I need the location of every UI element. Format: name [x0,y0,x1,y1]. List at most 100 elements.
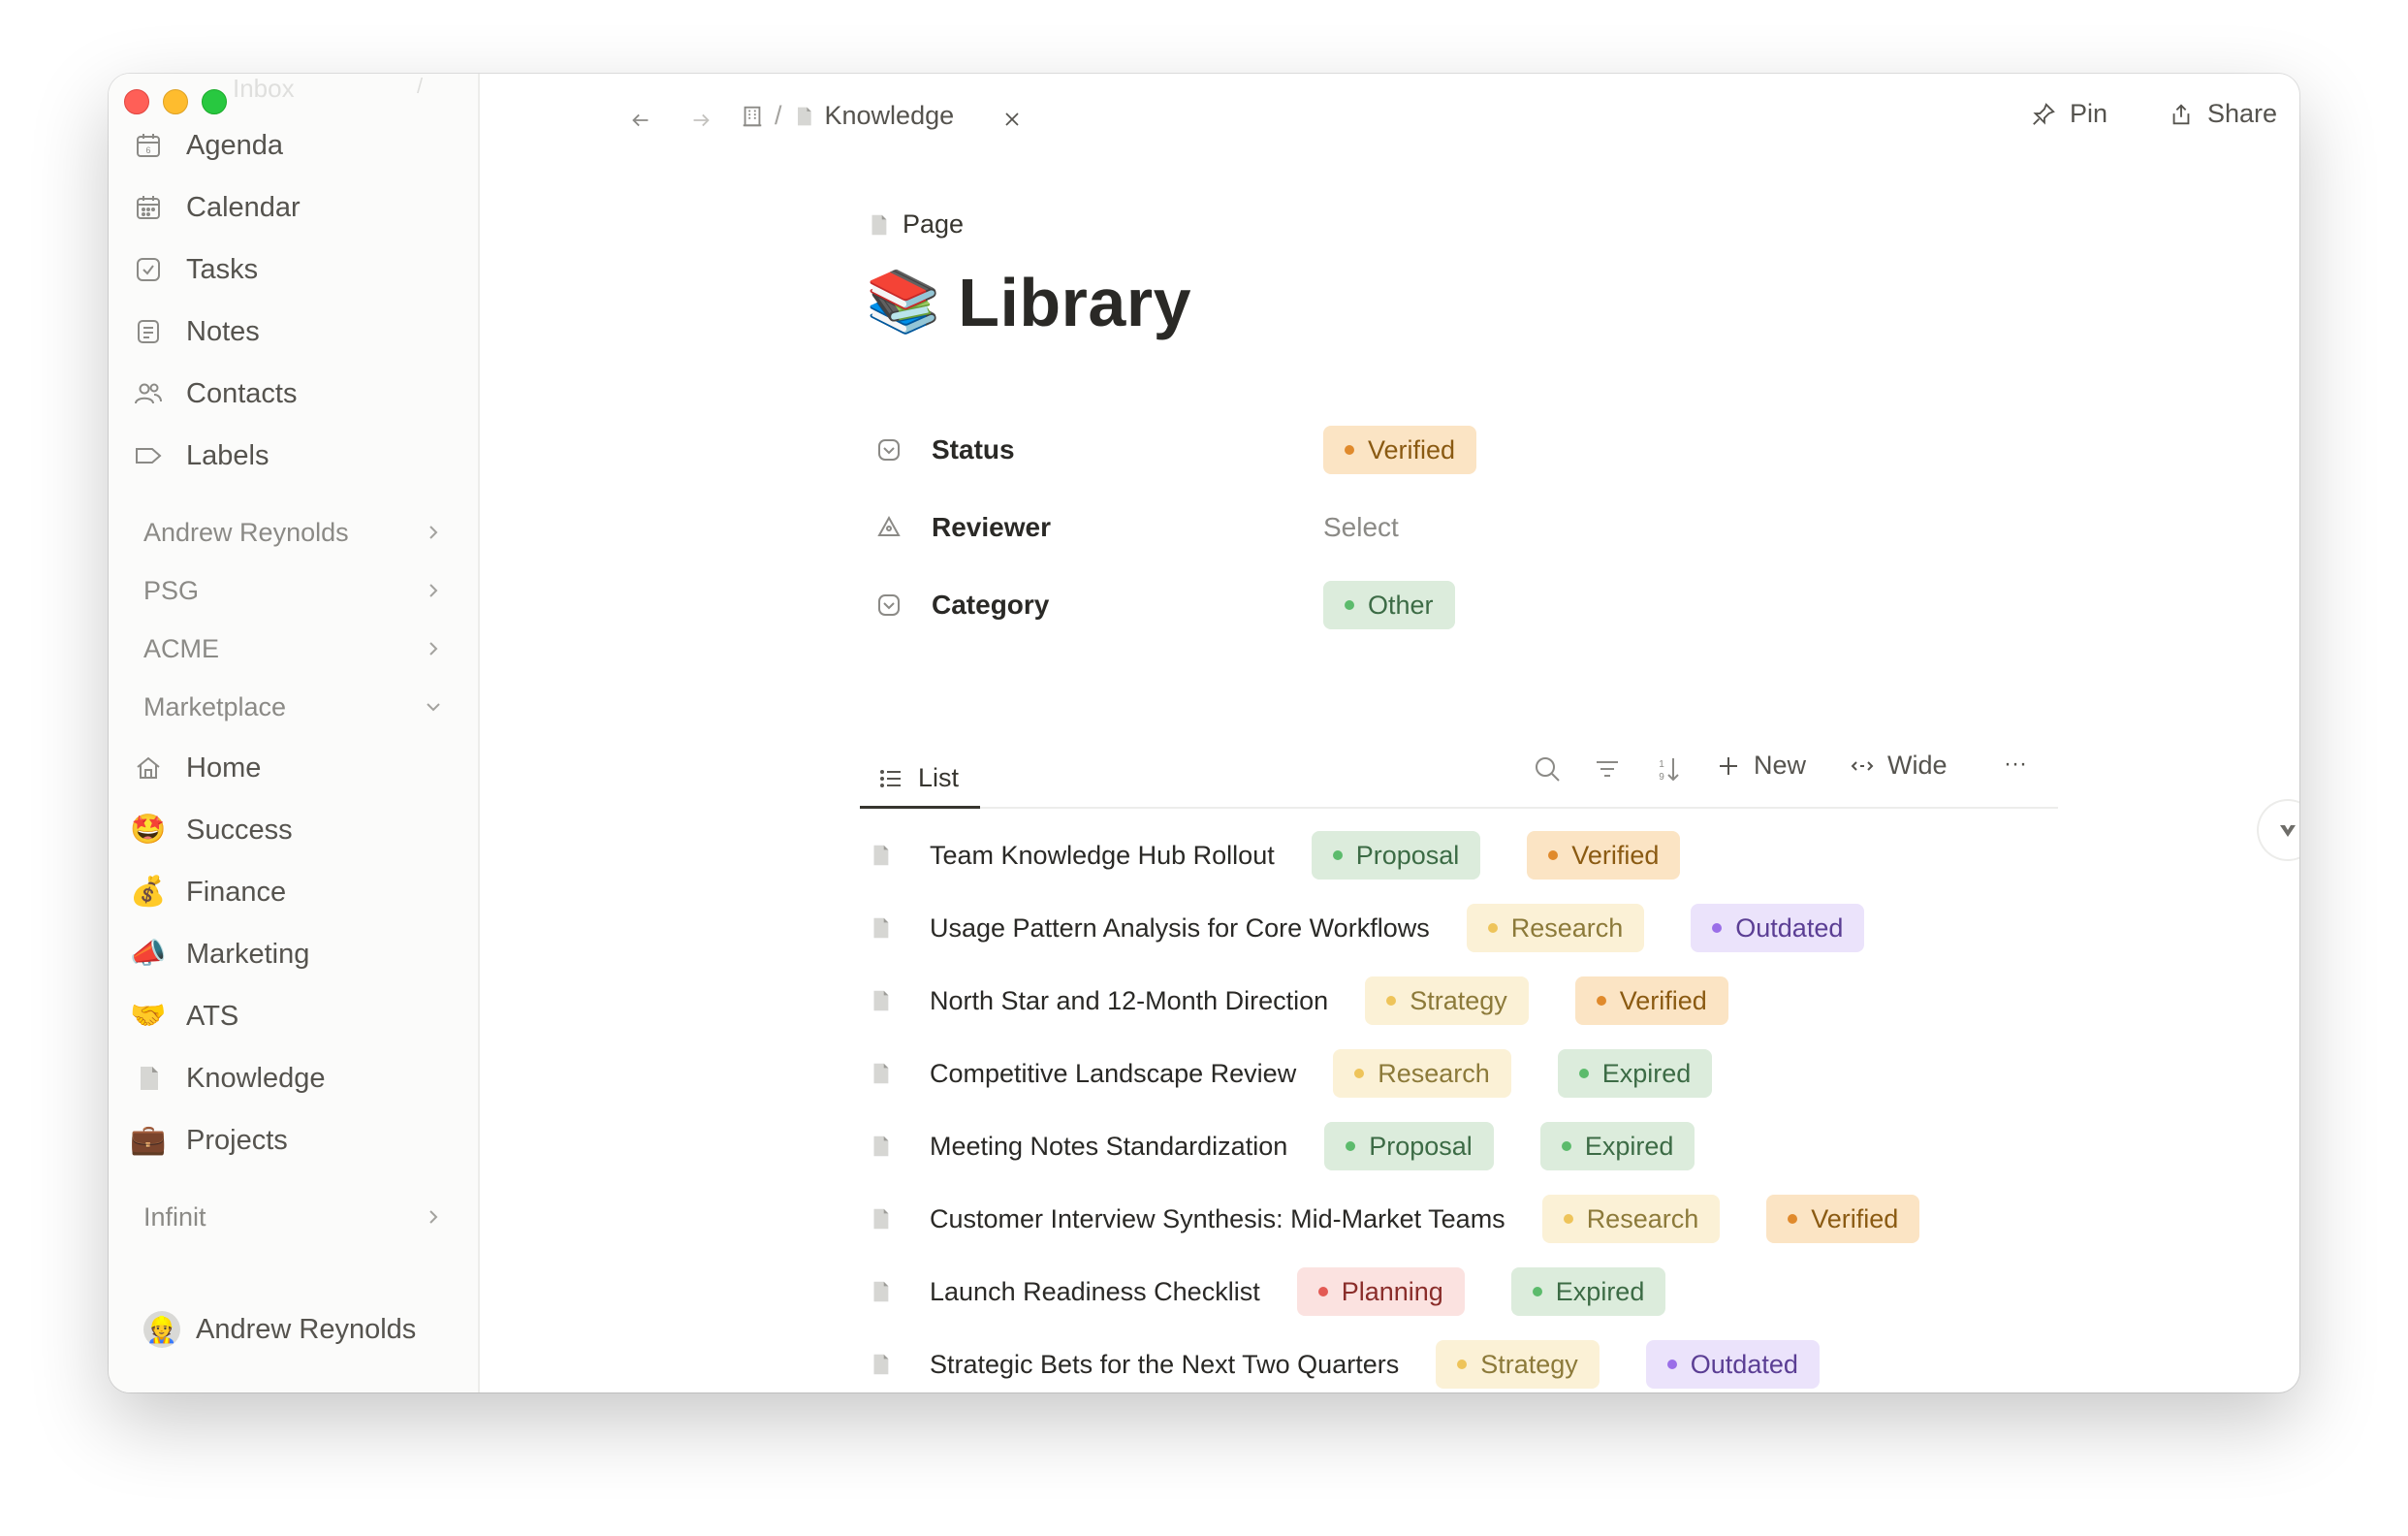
forward-button[interactable] [683,103,718,138]
list-item-title[interactable]: North Star and 12-Month Direction [930,986,1328,1016]
list-item-title[interactable]: Meeting Notes Standardization [930,1132,1287,1162]
list-item-title[interactable]: Customer Interview Synthesis: Mid-Market… [930,1204,1505,1234]
list-item[interactable]: Usage Pattern Analysis for Core Workflow… [866,901,1911,955]
category-badge[interactable]: Proposal [1311,831,1481,880]
status-badge[interactable]: Verified [1574,976,1728,1025]
wide-layout-button[interactable]: Wide [1851,751,1948,781]
sidebar-item-success[interactable]: 🤩 Success [130,805,292,855]
sidebar-item-calendar[interactable]: Calendar [132,182,301,233]
status-badge[interactable]: Expired [1539,1122,1695,1170]
chevron-down-icon [2280,825,2296,837]
sidebar-item-label: Labels [186,439,269,471]
list-item-title[interactable]: Competitive Landscape Review [930,1059,1296,1089]
sidebar-group-marketplace[interactable]: Marketplace [143,683,444,731]
handshake-emoji-icon: 🤝 [130,1000,167,1032]
sidebar-item-ats[interactable]: 🤝 ATS [130,991,238,1041]
sidebar-item-agenda[interactable]: 6 Agenda [132,120,283,171]
pin-icon [2033,102,2055,125]
status-badge[interactable]: Verified [1766,1195,1920,1243]
list-item[interactable]: North Star and 12-Month Direction Strate… [866,974,1775,1028]
sidebar-group-label: PSG [143,575,200,605]
new-item-button[interactable]: New [1717,751,1806,781]
sidebar-item-home[interactable]: Home [132,743,261,793]
list-item[interactable]: Strategic Bets for the Next Two Quarters… [866,1337,1866,1392]
sidebar-item-notes[interactable]: Notes [132,306,260,357]
category-badge[interactable]: Research [1541,1195,1721,1243]
list-item[interactable]: Launch Readiness Checklist Planning Expi… [866,1264,1712,1319]
category-badge[interactable]: Strategy [1436,1340,1600,1389]
star-struck-emoji-icon: 🤩 [130,814,167,846]
list-item-title[interactable]: Usage Pattern Analysis for Core Workflow… [930,913,1430,944]
sidebar-item-marketing[interactable]: 📣 Marketing [130,929,309,979]
sidebar-item-contacts[interactable]: Contacts [132,368,297,419]
category-badge[interactable]: Other [1323,581,1455,629]
building-icon[interactable] [740,104,765,129]
home-icon [132,752,165,784]
property-status[interactable]: Status Verified [875,423,1554,477]
category-badge[interactable]: Strategy [1365,976,1529,1025]
filter-button[interactable] [1591,752,1624,785]
page-icon [866,913,895,943]
share-label: Share [2207,99,2278,128]
books-emoji-icon[interactable]: 📚 [866,272,940,333]
sidebar-group-psg[interactable]: PSG [143,566,444,615]
list-item[interactable]: Meeting Notes Standardization Proposal E… [866,1119,1741,1173]
list-more-options-button[interactable]: ··· [2004,751,2027,778]
list-item-title[interactable]: Launch Readiness Checklist [930,1277,1260,1307]
tab-list[interactable]: List [860,751,980,809]
sidebar-group-andrew-reynolds[interactable]: Andrew Reynolds [143,508,444,557]
sidebar-item-tasks[interactable]: Tasks [132,244,258,295]
list-item-title[interactable]: Team Knowledge Hub Rollout [930,841,1275,871]
avatar: 👷 [143,1311,180,1348]
close-icon [1005,112,1019,126]
app-window: Inbox / 6 Agenda Calendar Tasks Notes Co… [109,74,2299,1392]
side-panel-toggle[interactable] [2259,801,2299,859]
status-badge[interactable]: Expired [1510,1267,1666,1316]
back-button[interactable] [623,103,658,138]
reviewer-select-placeholder[interactable]: Select [1323,512,1399,543]
list-item[interactable]: Customer Interview Synthesis: Mid-Market… [866,1192,1966,1246]
search-button[interactable] [1531,752,1564,785]
status-badge[interactable]: Expired [1557,1049,1713,1098]
filter-icon [1597,761,1618,777]
sidebar-group-acme[interactable]: ACME [143,624,444,673]
property-category[interactable]: Category Other [875,578,1554,632]
sidebar-item-labels[interactable]: Labels [132,431,269,481]
status-badge[interactable]: Outdated [1645,1340,1820,1389]
breadcrumb-separator: / [775,101,782,130]
sidebar-item-projects[interactable]: 💼 Projects [130,1115,287,1166]
category-badge[interactable]: Planning [1296,1267,1465,1316]
user-profile[interactable]: 👷 Andrew Reynolds [143,1311,416,1348]
svg-text:6: 6 [145,145,150,155]
category-badge[interactable]: Research [1333,1049,1511,1098]
status-badge[interactable]: Outdated [1691,904,1865,952]
property-name: Category [932,590,1050,620]
page-title-text[interactable]: Library [958,264,1191,341]
status-badge-label: Verified [1368,434,1456,464]
sidebar-item-finance[interactable]: 💰 Finance [130,867,286,917]
list-item-title[interactable]: Strategic Bets for the Next Two Quarters [930,1350,1399,1380]
category-badge[interactable]: Proposal [1324,1122,1494,1170]
list-item[interactable]: Team Knowledge Hub Rollout Proposal Veri… [866,828,1727,882]
status-badge[interactable]: Verified [1527,831,1681,880]
zoom-window-button[interactable] [202,89,227,114]
minimize-window-button[interactable] [163,89,188,114]
category-badge[interactable]: Research [1466,904,1645,952]
sort-button[interactable]: 19 [1651,752,1684,785]
page-title[interactable]: 📚 Library [866,264,1191,341]
list-item[interactable]: Competitive Landscape Review Research Ex… [866,1046,1758,1101]
pin-label: Pin [2070,99,2108,128]
close-window-button[interactable] [124,89,149,114]
status-badge[interactable]: Verified [1323,426,1477,474]
pin-button[interactable]: Pin [2031,99,2107,129]
select-icon [875,436,903,464]
document-type: Page [866,209,964,240]
close-tab-button[interactable] [996,103,1029,136]
breadcrumb-current-page[interactable]: Knowledge [825,101,955,131]
sidebar-item-inbox-partial[interactable]: Inbox [233,74,295,104]
sidebar-group-infinit[interactable]: Infinit [143,1193,444,1241]
property-reviewer[interactable]: Reviewer Select [875,500,1554,555]
sidebar-item-knowledge[interactable]: Knowledge [132,1053,326,1104]
share-button[interactable]: Share [2169,99,2277,129]
tab-list-label: List [918,763,960,792]
